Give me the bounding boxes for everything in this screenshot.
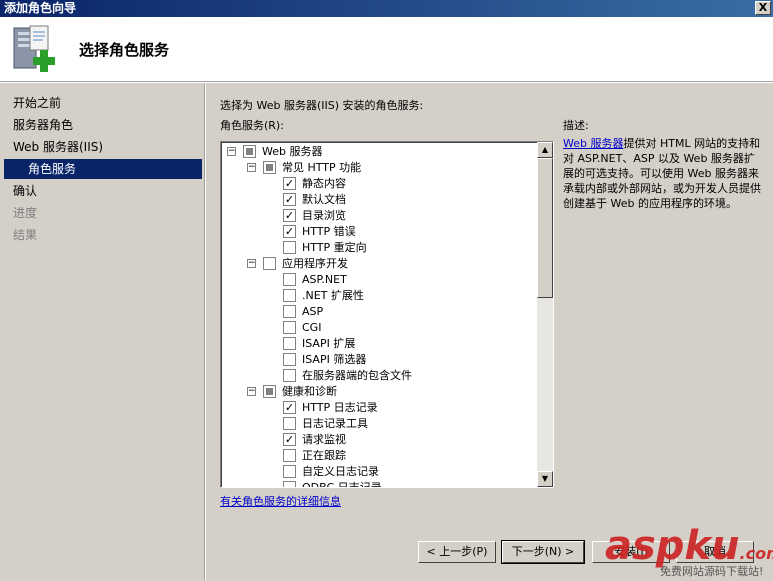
tree-item-label: 正在跟踪 xyxy=(302,449,346,462)
tree-item-label: 常见 HTTP 功能 xyxy=(282,161,362,174)
tree-label: 角色服务(R): xyxy=(220,119,284,132)
description-text: Web 服务器提供对 HTML 网站的支持和对 ASP.NET、ASP 以及 W… xyxy=(563,136,761,211)
description-label: 描述: xyxy=(563,119,589,132)
tree-item-label: HTTP 重定向 xyxy=(302,241,367,254)
server-add-icon xyxy=(13,25,55,72)
tree-item-checkbox[interactable]: ✓ xyxy=(283,193,296,206)
collapse-toggle-icon[interactable]: − xyxy=(247,259,256,268)
tree-item[interactable]: − Web 服务器 xyxy=(221,144,537,160)
collapse-toggle-icon[interactable]: − xyxy=(227,147,236,156)
tree-item-checkbox[interactable] xyxy=(283,465,296,478)
tree-item-label: 请求监视 xyxy=(302,433,346,446)
tree-item[interactable]: ✓ 请求监视 xyxy=(221,432,537,448)
tree-item-checkbox[interactable] xyxy=(283,305,296,318)
prev-button[interactable]: < 上一步(P) xyxy=(418,541,496,563)
tree-item[interactable]: ✓ HTTP 错误 xyxy=(221,224,537,240)
tree-item-label: ASP xyxy=(302,305,324,318)
instruction-text: 选择为 Web 服务器(IIS) 安装的角色服务: xyxy=(220,99,424,112)
tree-item-checkbox[interactable]: ✓ xyxy=(283,433,296,446)
tree-item-label: .NET 扩展性 xyxy=(302,289,364,302)
tree-item[interactable]: 日志记录工具 xyxy=(221,416,537,432)
tree-item-checkbox[interactable] xyxy=(283,353,296,366)
tree-scrollbar[interactable]: ▲ ▼ xyxy=(537,142,553,487)
collapse-toggle-icon[interactable]: − xyxy=(247,163,256,172)
nav-step-progress: 进度 xyxy=(13,206,38,220)
tree-item-checkbox[interactable] xyxy=(283,449,296,462)
tree-item[interactable]: ✓ HTTP 日志记录 xyxy=(221,400,537,416)
tree-item[interactable]: ASP.NET xyxy=(221,272,537,288)
collapse-toggle-icon[interactable]: − xyxy=(247,387,256,396)
tree-item[interactable]: 正在跟踪 xyxy=(221,448,537,464)
tree-item[interactable]: HTTP 重定向 xyxy=(221,240,537,256)
tree-item-checkbox[interactable] xyxy=(263,257,276,270)
scroll-thumb[interactable] xyxy=(537,158,553,298)
tree-item-label: 健康和诊断 xyxy=(282,385,337,398)
tree-item-label: 在服务器端的包含文件 xyxy=(302,369,412,382)
next-button[interactable]: 下一步(N) > xyxy=(501,540,585,564)
tree-item-label: 日志记录工具 xyxy=(302,417,368,430)
tree-item-label: HTTP 日志记录 xyxy=(302,401,378,414)
nav-step-web-server[interactable]: Web 服务器(IIS) xyxy=(13,137,103,157)
content-pane: 选择为 Web 服务器(IIS) 安装的角色服务: 角色服务(R): − Web … xyxy=(206,83,773,581)
tree-item-checkbox[interactable]: ✓ xyxy=(283,401,296,414)
tree-item-checkbox[interactable] xyxy=(263,161,276,174)
close-button[interactable]: X xyxy=(755,1,771,15)
tree-item[interactable]: ISAPI 筛选器 xyxy=(221,352,537,368)
tree-item[interactable]: ✓ 目录浏览 xyxy=(221,208,537,224)
tree-item[interactable]: ✓ 静态内容 xyxy=(221,176,537,192)
tree-item-label: 默认文档 xyxy=(302,193,346,206)
tree-item-label: ODBC 日志记录 xyxy=(302,481,382,488)
nav-step-confirmation[interactable]: 确认 xyxy=(13,181,37,201)
tree-item[interactable]: ✓ 默认文档 xyxy=(221,192,537,208)
tree-item-label: ISAPI 扩展 xyxy=(302,337,356,350)
scroll-up-button[interactable]: ▲ xyxy=(537,142,553,158)
nav-step-role-services[interactable]: 角色服务 xyxy=(4,159,202,179)
scroll-down-button[interactable]: ▼ xyxy=(537,471,553,487)
more-info-link[interactable]: 有关角色服务的详细信息 xyxy=(220,493,341,509)
tree-item[interactable]: 在服务器端的包含文件 xyxy=(221,368,537,384)
tree-item-label: ISAPI 筛选器 xyxy=(302,353,367,366)
tree-item[interactable]: CGI xyxy=(221,320,537,336)
tree-item-checkbox[interactable]: ✓ xyxy=(283,177,296,190)
nav-step-before-you-begin[interactable]: 开始之前 xyxy=(13,93,61,113)
tree-item-label: CGI xyxy=(302,321,322,334)
tree-item[interactable]: ODBC 日志记录 xyxy=(221,480,537,488)
tree-item-label: 目录浏览 xyxy=(302,209,346,222)
watermark-tagline: 免费网站源码下载站! xyxy=(660,565,764,578)
tree-item-checkbox[interactable] xyxy=(283,321,296,334)
tree-item[interactable]: ASP xyxy=(221,304,537,320)
tree-item[interactable]: .NET 扩展性 xyxy=(221,288,537,304)
tree-item-checkbox[interactable] xyxy=(283,273,296,286)
wizard-step-nav: 开始之前 服务器角色 Web 服务器(IIS) 角色服务 确认 进度 结果 xyxy=(0,83,205,581)
tree-item-label: 静态内容 xyxy=(302,177,346,190)
wizard-header: 选择角色服务 xyxy=(0,17,773,82)
tree-item-checkbox[interactable] xyxy=(283,289,296,302)
tree-item-checkbox[interactable] xyxy=(283,337,296,350)
tree-item[interactable]: ISAPI 扩展 xyxy=(221,336,537,352)
tree-item[interactable]: − 健康和诊断 xyxy=(221,384,537,400)
tree-item-checkbox[interactable] xyxy=(283,369,296,382)
tree-item-checkbox[interactable] xyxy=(283,481,296,487)
description-link[interactable]: Web 服务器 xyxy=(563,137,623,150)
tree-item-checkbox[interactable]: ✓ xyxy=(283,209,296,222)
title-bar: 添加角色向导 X xyxy=(0,0,773,17)
tree-item-checkbox[interactable] xyxy=(283,417,296,430)
nav-step-results: 结果 xyxy=(13,228,38,242)
tree-item-label: ASP.NET xyxy=(302,273,347,286)
tree-item[interactable]: − 应用程序开发 xyxy=(221,256,537,272)
tree-item-checkbox[interactable] xyxy=(263,385,276,398)
tree-item-label: 自定义日志记录 xyxy=(302,465,379,478)
window-title: 添加角色向导 xyxy=(4,1,77,15)
nav-step-server-roles[interactable]: 服务器角色 xyxy=(13,115,73,135)
tree-item-checkbox[interactable] xyxy=(283,241,296,254)
tree-item-checkbox[interactable]: ✓ xyxy=(283,225,296,238)
tree-item[interactable]: − 常见 HTTP 功能 xyxy=(221,160,537,176)
tree-item[interactable]: 自定义日志记录 xyxy=(221,464,537,480)
tree-item-checkbox[interactable] xyxy=(243,145,256,158)
tree-item-label: HTTP 错误 xyxy=(302,225,356,238)
tree-item-label: Web 服务器 xyxy=(262,145,323,158)
page-title: 选择角色服务 xyxy=(79,41,170,59)
role-services-tree[interactable]: − Web 服务器 − 常见 HTTP 功能 ✓ 静态内容 ✓ 默认文档 ✓ 目录浏览 ✓ HTTP … xyxy=(220,141,554,488)
tree-item-label: 应用程序开发 xyxy=(282,257,348,270)
